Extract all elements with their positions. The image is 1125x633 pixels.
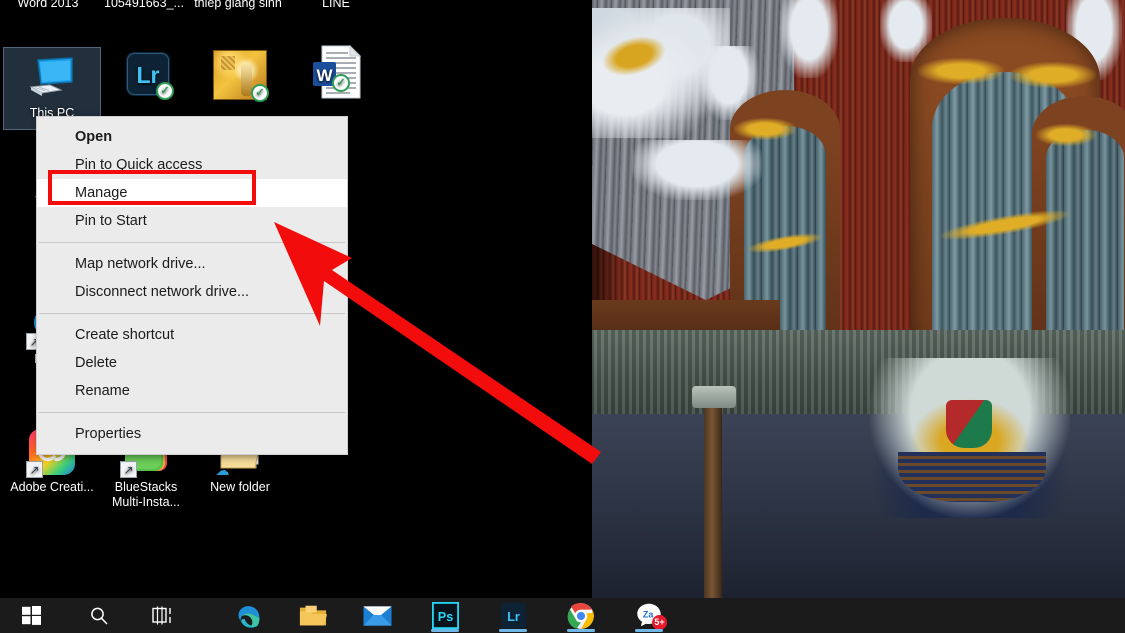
- desktop-icon-label-line: LINE: [288, 0, 384, 11]
- wallpaper-gold-filigree: [918, 58, 1004, 84]
- lightroom-icon: Lr ✓: [124, 50, 172, 98]
- context-menu-item-map-network-drive[interactable]: Map network drive...: [37, 250, 347, 278]
- photoshop-icon: Ps: [432, 602, 459, 629]
- edge-button[interactable]: [226, 598, 272, 633]
- wallpaper-column: [704, 400, 722, 598]
- monitor-icon: [28, 54, 76, 102]
- wallpaper-left-edge: [580, 0, 592, 598]
- wallpaper-gold-filigree: [1010, 62, 1096, 88]
- svg-text:Lr: Lr: [507, 610, 520, 624]
- lightroom-button[interactable]: Lr: [490, 598, 536, 633]
- context-menu-item-manage[interactable]: Manage: [37, 179, 347, 207]
- desktop-icon-label: BlueStacks Multi-Insta...: [98, 480, 194, 510]
- wallpaper-gold-filigree: [1036, 124, 1096, 146]
- context-menu[interactable]: Open Pin to Quick access Manage Pin to S…: [36, 116, 348, 455]
- context-menu-item-pin-to-quick-access[interactable]: Pin to Quick access: [37, 151, 347, 179]
- chrome-button[interactable]: [558, 598, 604, 633]
- wallpaper-gold-filigree: [734, 118, 796, 140]
- onedrive-sync-check-icon: ✓: [251, 84, 269, 102]
- mail-button[interactable]: [354, 598, 400, 633]
- context-menu-separator: [39, 242, 345, 243]
- desktop-icon-lightroom-file[interactable]: Lr ✓ Lr: [100, 50, 196, 117]
- desktop-screen: Word 2013 105491663_... thiep giang sinh…: [0, 0, 1125, 633]
- wallpaper-cherub-statue: [632, 140, 762, 200]
- zalo-notification-badge: 5+: [652, 615, 667, 630]
- file-explorer-button[interactable]: [290, 598, 336, 633]
- word-document-icon: W ✓: [310, 44, 362, 100]
- desktop-icon-word-document[interactable]: W ✓: [288, 44, 384, 104]
- lightroom-icon: Lr: [500, 602, 527, 629]
- wallpaper-column-capital: [692, 386, 736, 408]
- image-thumbnail-icon: ✓: [213, 50, 267, 100]
- desktop-icon-label: New folder: [192, 480, 288, 495]
- context-menu-separator: [39, 412, 345, 413]
- context-menu-separator: [39, 313, 345, 314]
- context-menu-item-create-shortcut[interactable]: Create shortcut: [37, 321, 347, 349]
- windows-logo-icon: [22, 606, 41, 625]
- wallpaper-crest-shield: [946, 400, 992, 448]
- shortcut-arrow-icon: ↗: [120, 461, 137, 478]
- chrome-icon: [567, 602, 595, 630]
- context-menu-item-pin-to-start[interactable]: Pin to Start: [37, 207, 347, 235]
- shortcut-arrow-icon: ↗: [26, 461, 43, 478]
- edge-icon: [235, 602, 263, 630]
- svg-text:Lr: Lr: [137, 62, 160, 88]
- mail-icon: [363, 605, 392, 627]
- wallpaper-organ-pipes: [1046, 130, 1124, 348]
- svg-text:W: W: [316, 66, 333, 85]
- search-icon: [89, 606, 109, 626]
- task-view-button[interactable]: [140, 598, 186, 633]
- context-menu-item-open[interactable]: Open: [37, 123, 347, 151]
- wallpaper-cherub-statue: [780, 0, 838, 78]
- start-button[interactable]: [8, 598, 54, 633]
- svg-text:Ps: Ps: [437, 610, 452, 624]
- context-menu-item-delete[interactable]: Delete: [37, 349, 347, 377]
- desktop-icon-label: Adobe Creati...: [4, 480, 100, 495]
- desktop-icon-label-thiep-giang-sinh: thiep giang sinh: [190, 0, 286, 11]
- context-menu-item-properties[interactable]: Properties: [37, 420, 347, 448]
- onedrive-cloud-icon: ☁: [214, 461, 231, 478]
- onedrive-sync-check-icon: ✓: [156, 82, 174, 100]
- folder-icon: [299, 603, 327, 629]
- desktop-icon-label-105491663: 105491663_...: [96, 0, 192, 11]
- search-button[interactable]: [76, 598, 122, 633]
- zalo-button[interactable]: Za 5+: [626, 598, 672, 633]
- context-menu-item-rename[interactable]: Rename: [37, 377, 347, 405]
- taskbar[interactable]: Ps Lr Za 5+: [0, 598, 1125, 633]
- desktop-icon-label-word-2013: Word 2013: [0, 0, 96, 11]
- photoshop-button[interactable]: Ps: [422, 598, 468, 633]
- desktop-icon-image-thumbnail[interactable]: ✓: [192, 50, 288, 104]
- desktop-wallpaper: [580, 0, 1125, 598]
- context-menu-item-disconnect-network-drive[interactable]: Disconnect network drive...: [37, 278, 347, 306]
- task-view-icon: [152, 606, 174, 625]
- onedrive-sync-check-icon: ✓: [332, 74, 350, 92]
